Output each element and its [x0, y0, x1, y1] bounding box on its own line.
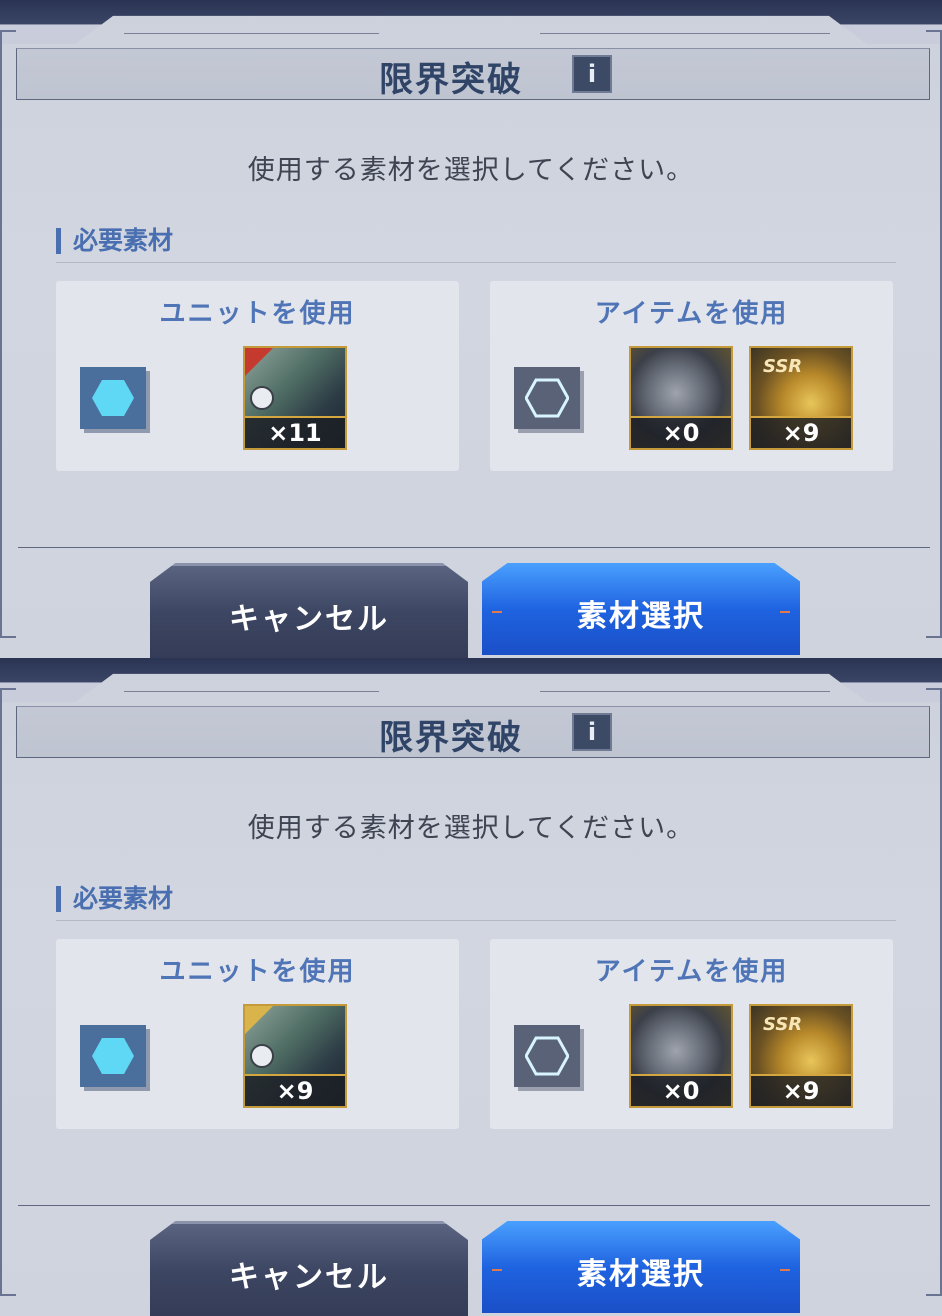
cancel-button[interactable]: キャンセル [150, 1221, 468, 1316]
use-item-card[interactable]: アイテムを使用 ×0 SSR ×9 [490, 939, 893, 1129]
item-select-radio[interactable] [514, 367, 580, 429]
frame-line [124, 691, 379, 692]
cancel-button-label: キャンセル [229, 1260, 389, 1295]
dialog-title: 限界突破 [379, 718, 523, 758]
hexagon-filled-icon [92, 1038, 134, 1074]
footer-divider [18, 1205, 930, 1206]
use-item-title: アイテムを使用 [594, 299, 789, 329]
ssr-label: SSR [763, 1014, 803, 1035]
unit-select-radio[interactable] [80, 367, 146, 429]
section-divider [56, 262, 896, 263]
ssr-label: SSR [763, 356, 803, 377]
dialog-frame-left [0, 688, 16, 1296]
dialog-frame-left [0, 30, 16, 638]
hexagon-filled-icon [92, 380, 134, 416]
gear-item-count: ×0 [631, 416, 731, 448]
select-material-button[interactable]: 素材選択 [482, 563, 800, 655]
limit-break-dialog-1: 限界突破 i 使用する素材を選択してください。 必要素材 ユニットを使用 ×11… [0, 0, 942, 658]
select-material-button-label: 素材選択 [577, 599, 705, 634]
attack-role-badge-icon [245, 348, 273, 376]
select-material-button-label: 素材選択 [577, 1257, 705, 1292]
hexagon-outline-icon [525, 378, 569, 418]
gear-item-count: ×0 [631, 1074, 731, 1106]
dialog-title: 限界突破 [379, 60, 523, 100]
dialog-frame-top [0, 658, 942, 702]
button-accent [492, 611, 502, 613]
section-divider [56, 920, 896, 921]
limit-break-dialog-2: 限界突破 i 使用する素材を選択してください。 必要素材 ユニットを使用 ×9 … [0, 658, 942, 1316]
unit-count: ×11 [245, 416, 345, 448]
use-unit-title: ユニットを使用 [159, 299, 356, 329]
item-select-radio[interactable] [514, 1025, 580, 1087]
ssr-item-thumbnail[interactable]: SSR ×9 [749, 1004, 853, 1108]
gear-item-thumbnail[interactable]: ×0 [629, 346, 733, 450]
section-label-required-materials: 必要素材 [56, 886, 173, 912]
hexagon-outline-icon [525, 1036, 569, 1076]
use-unit-card[interactable]: ユニットを使用 ×9 [56, 939, 459, 1129]
frame-line [540, 33, 830, 34]
unit-thumbnail[interactable]: ×11 [243, 346, 347, 450]
gear-item-thumbnail[interactable]: ×0 [629, 1004, 733, 1108]
use-item-card[interactable]: アイテムを使用 ×0 SSR ×9 [490, 281, 893, 471]
cancel-button-label: キャンセル [229, 602, 389, 637]
role-icon [250, 386, 274, 410]
use-item-title: アイテムを使用 [594, 957, 789, 987]
role-icon [250, 1044, 274, 1068]
cancel-button[interactable]: キャンセル [150, 563, 468, 658]
select-material-button[interactable]: 素材選択 [482, 1221, 800, 1313]
use-unit-card[interactable]: ユニットを使用 ×11 [56, 281, 459, 471]
button-accent [780, 1269, 790, 1271]
ssr-item-count: ×9 [751, 416, 851, 448]
section-label-required-materials: 必要素材 [56, 228, 173, 254]
frame-line [124, 33, 379, 34]
ssr-item-thumbnail[interactable]: SSR ×9 [749, 346, 853, 450]
footer-divider [18, 547, 930, 548]
dialog-frame-top [0, 0, 942, 44]
button-accent [492, 1269, 502, 1271]
unit-count: ×9 [245, 1074, 345, 1106]
support-role-badge-icon [245, 1006, 273, 1034]
frame-line [540, 691, 830, 692]
info-button[interactable]: i [572, 55, 612, 93]
instruction-text: 使用する素材を選択してください。 [247, 155, 695, 186]
info-button[interactable]: i [572, 713, 612, 751]
unit-thumbnail[interactable]: ×9 [243, 1004, 347, 1108]
ssr-item-count: ×9 [751, 1074, 851, 1106]
use-unit-title: ユニットを使用 [159, 957, 356, 987]
button-accent [780, 611, 790, 613]
instruction-text: 使用する素材を選択してください。 [247, 813, 695, 844]
unit-select-radio[interactable] [80, 1025, 146, 1087]
